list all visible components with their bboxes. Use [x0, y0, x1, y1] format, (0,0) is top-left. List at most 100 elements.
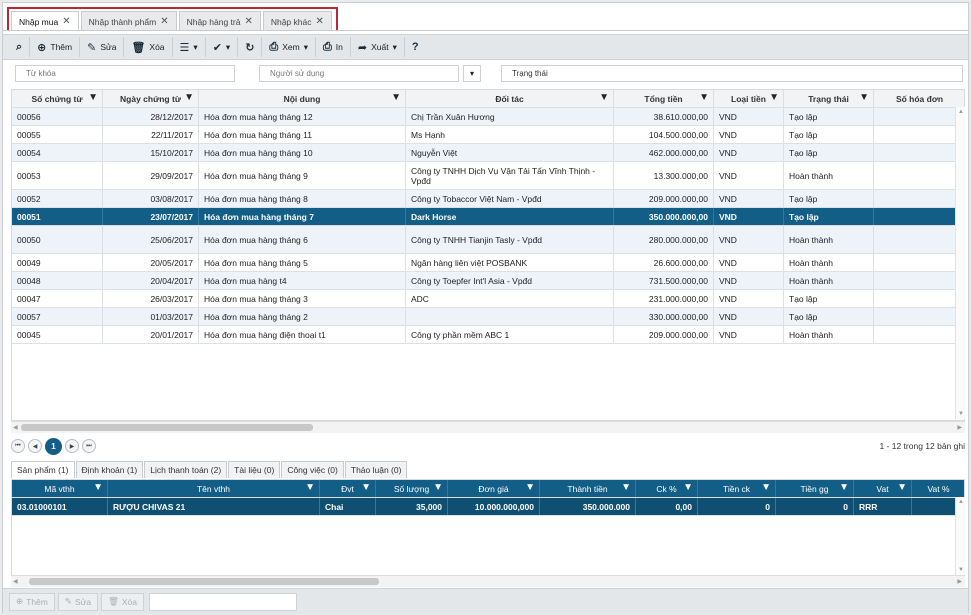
filter-icon[interactable]: ▼ [769, 92, 779, 103]
scroll-down-icon[interactable]: ▼ [958, 411, 964, 417]
filter-icon[interactable]: ▼ [599, 92, 609, 103]
table-row[interactable]: 03.01000101 RƯỢU CHIVAS 21 Chai 35,000 10.00… [12, 498, 964, 516]
detail-tab[interactable]: Tài liệu (0) [228, 461, 281, 478]
print-button[interactable]: ⎙ In [316, 37, 351, 57]
column-header[interactable]: Vat % [912, 480, 964, 497]
close-icon[interactable]: ✕ [62, 16, 70, 27]
column-header[interactable]: Đơn giá ▼ [448, 480, 540, 497]
user-dropdown[interactable]: ▾ [463, 65, 481, 82]
close-icon[interactable]: ✕ [160, 16, 168, 27]
column-header[interactable]: Loại tiền ▼ [714, 90, 784, 107]
column-header[interactable]: Tổng tiền ▼ [614, 90, 714, 107]
table-row[interactable]: 00056 28/12/2017 Hóa đơn mua hàng tháng 12… [12, 108, 964, 126]
column-header[interactable]: Nội dung ▼ [199, 90, 406, 107]
table-row[interactable]: 00047 26/03/2017 Hóa đơn mua hàng tháng 3A… [12, 290, 964, 308]
find-button[interactable]: ⌕ [9, 37, 31, 57]
column-header[interactable]: Đvt ▼ [320, 480, 376, 497]
scroll-left-icon[interactable]: ◀ [13, 578, 18, 585]
detail-tab[interactable]: Công việc (0) [281, 461, 344, 478]
filter-icon[interactable]: ▼ [433, 482, 443, 493]
table-row[interactable]: 00055 22/11/2017 Hóa đơn mua hàng tháng 11… [12, 126, 964, 144]
scroll-thumb[interactable] [21, 424, 313, 431]
add-button[interactable]: ⊕ Thêm [30, 37, 81, 57]
detail-tab[interactable]: Định khoản (1) [75, 461, 144, 478]
prev-page-button[interactable]: ◀ [28, 439, 42, 453]
filter-icon[interactable]: ▼ [839, 482, 849, 493]
column-header[interactable]: Ck % ▼ [636, 480, 698, 497]
table-row[interactable]: 00051 23/07/2017 Hóa đơn mua hàng tháng 7D… [12, 208, 964, 226]
filter-icon[interactable]: ▼ [305, 482, 315, 493]
last-page-button[interactable]: ⏭ [82, 439, 96, 453]
column-header[interactable]: Tiền ck ▼ [698, 480, 776, 497]
refresh-button[interactable]: ↻ [238, 37, 263, 57]
scroll-down-icon[interactable]: ▼ [958, 567, 964, 573]
filter-icon[interactable]: ▼ [699, 92, 709, 103]
help-button[interactable]: ? [405, 37, 426, 57]
detail-tab[interactable]: Sản phẩm (1) [11, 461, 75, 478]
scroll-thumb[interactable] [29, 578, 379, 585]
column-header[interactable]: Đối tác ▼ [406, 90, 614, 107]
filter-icon[interactable]: ▼ [93, 482, 103, 493]
check-dropdown-button[interactable]: ✔ ▾ [206, 37, 239, 57]
export-button[interactable]: ➦ Xuất ▾ [351, 37, 405, 57]
detail-vscroll[interactable]: ▲ ▼ [955, 497, 965, 575]
scroll-right-icon[interactable]: ▶ [957, 578, 962, 585]
main-vscroll[interactable]: ▲ ▼ [955, 107, 965, 419]
view-button[interactable]: ⎙ Xem ▾ [262, 37, 316, 57]
filter-icon[interactable]: ▼ [391, 92, 401, 103]
column-header[interactable]: Thành tiền ▼ [540, 480, 636, 497]
table-row[interactable]: 00049 20/05/2017 Hóa đơn mua hàng tháng 5N… [12, 254, 964, 272]
scroll-right-icon[interactable]: ▶ [957, 424, 962, 431]
table-row[interactable]: 00045 20/01/2017 Hóa đơn mua hàng điện tho… [12, 326, 964, 344]
detail-delete-button[interactable]: 🗑 Xóa [101, 592, 144, 611]
menu-dropdown-button[interactable]: ☰ ▾ [173, 37, 206, 57]
current-page-button[interactable]: 1 [45, 437, 62, 455]
table-row[interactable]: 00053 29/09/2017 Hóa đơn mua hàng tháng 9C… [12, 162, 964, 190]
filter-icon[interactable]: ▼ [88, 92, 98, 103]
table-row[interactable]: 00048 20/04/2017 Hóa đơn mua hàng t4 Công t… [12, 272, 964, 290]
main-hscroll[interactable]: ◀ ▶ [11, 421, 965, 433]
filter-icon[interactable]: ▼ [361, 482, 371, 493]
filter-icon[interactable]: ▼ [859, 92, 869, 103]
column-header[interactable]: Ngày chứng từ ▼ [103, 90, 199, 107]
column-header[interactable]: Số lượng ▼ [376, 480, 448, 497]
table-row[interactable]: 00057 01/03/2017 Hóa đơn mua hàng tháng 2 3… [12, 308, 964, 326]
scroll-up-icon[interactable]: ▲ [958, 109, 964, 115]
delete-button[interactable]: 🗑 Xóa [124, 37, 173, 57]
scroll-up-icon[interactable]: ▲ [958, 499, 964, 505]
tab-nhap-khac[interactable]: Nhập khác ✕ [262, 11, 332, 31]
first-page-button[interactable]: ⏮ [11, 439, 25, 453]
close-icon[interactable]: ✕ [244, 16, 252, 27]
detail-edit-button[interactable]: ✎ Sửa [57, 592, 99, 611]
table-row[interactable]: 00052 03/08/2017 Hóa đơn mua hàng tháng 8C… [12, 190, 964, 208]
column-header[interactable]: Vat ▼ [854, 480, 912, 497]
column-header[interactable]: Tiền gg ▼ [776, 480, 854, 497]
filter-icon[interactable]: ▼ [683, 482, 693, 493]
detail-add-button[interactable]: ⊕ Thêm [9, 592, 55, 611]
column-header[interactable]: Mã vthh ▼ [12, 480, 108, 497]
table-row[interactable]: 00054 15/10/2017 Hóa đơn mua hàng tháng 10… [12, 144, 964, 162]
filter-icon[interactable]: ▼ [621, 482, 631, 493]
column-header[interactable]: Tên vthh ▼ [108, 480, 320, 497]
user-input[interactable]: Người sử dụng [259, 65, 459, 82]
edit-button[interactable]: ✎ Sửa [80, 37, 125, 57]
detail-search-input[interactable] [149, 592, 297, 611]
table-row[interactable]: 00050 25/06/2017 Hóa đơn mua hàng tháng 6C… [12, 226, 964, 254]
tab-nhap-hang-tra[interactable]: Nhập hàng trả ✕ [178, 11, 261, 31]
filter-icon[interactable]: ▼ [761, 482, 771, 493]
column-header[interactable]: Số chứng từ ▼ [12, 90, 103, 107]
detail-tab[interactable]: Lịch thanh toán (2) [144, 461, 228, 478]
keyword-input[interactable]: Từ khóa [15, 65, 235, 82]
tab-nhap-thanh-pham[interactable]: Nhập thành phẩm ✕ [80, 11, 177, 31]
next-page-button[interactable]: ▶ [65, 439, 79, 453]
detail-hscroll[interactable]: ◀ ▶ [11, 575, 965, 587]
status-select[interactable]: Trạng thái [501, 65, 963, 82]
tab-nhap-mua[interactable]: Nhập mua ✕ [11, 11, 79, 31]
close-icon[interactable]: ✕ [315, 16, 323, 27]
column-header[interactable]: Số hóa đơn [874, 90, 964, 107]
filter-icon[interactable]: ▼ [184, 92, 194, 103]
filter-icon[interactable]: ▼ [897, 482, 907, 493]
column-header[interactable]: Trạng thái ▼ [784, 90, 874, 107]
filter-icon[interactable]: ▼ [525, 482, 535, 493]
detail-tab[interactable]: Thảo luận (0) [344, 461, 408, 478]
